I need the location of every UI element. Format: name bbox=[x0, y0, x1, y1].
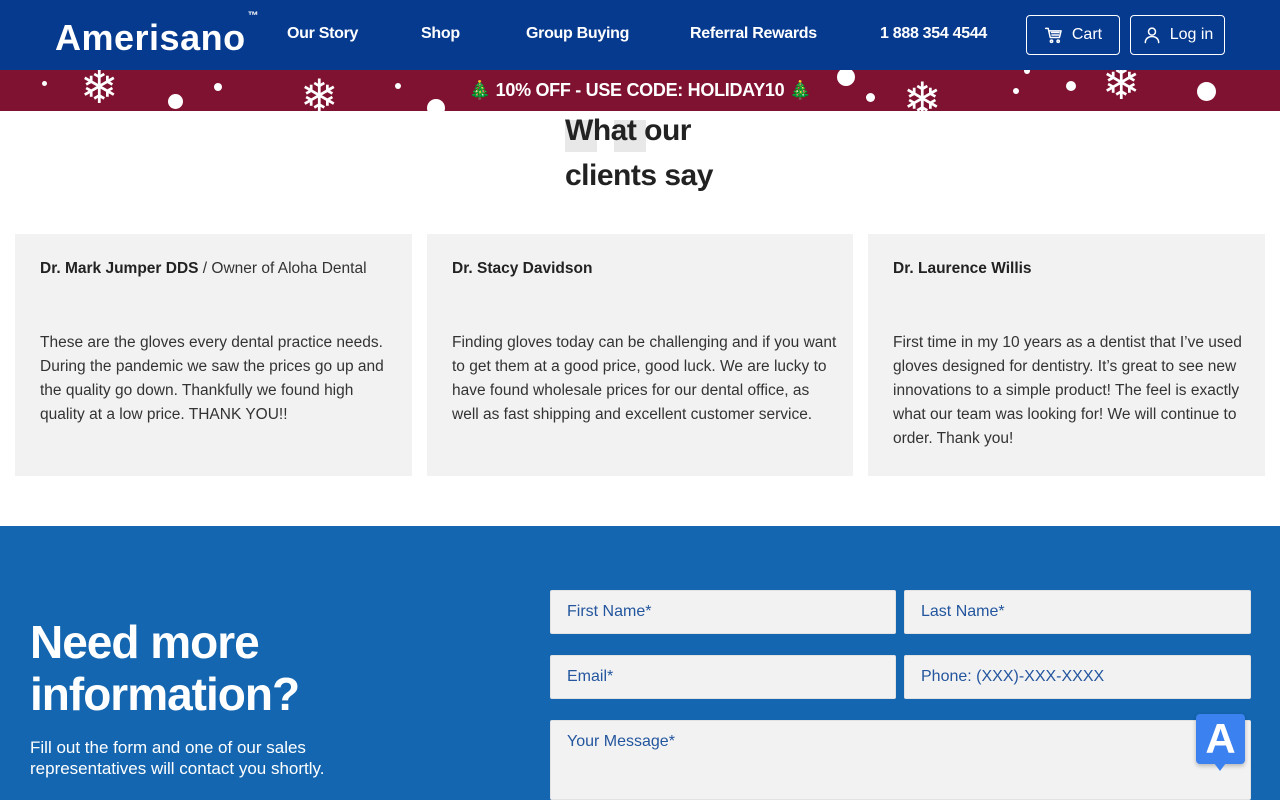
title-line-2: clients say bbox=[565, 159, 713, 192]
author-role: Owner of Aloha Dental bbox=[211, 260, 367, 277]
last-name-placeholder: Last Name* bbox=[921, 603, 1005, 620]
site-header: Amerisano™ Our Story Shop Group Buying R… bbox=[0, 0, 1280, 70]
testimonial-author: Dr. Mark Jumper DDS / Owner of Aloha Den… bbox=[40, 259, 387, 279]
message-textarea[interactable]: Your Message* bbox=[550, 720, 1251, 800]
testimonial-author: Dr. Stacy Davidson bbox=[452, 259, 828, 279]
cart-icon bbox=[1044, 27, 1062, 44]
author-separator: / bbox=[198, 260, 212, 277]
testimonial-quote: These are the gloves every dental practi… bbox=[40, 334, 384, 423]
accessibility-widget-button[interactable]: A bbox=[1196, 714, 1245, 771]
nav-our-story[interactable]: Our Story bbox=[287, 24, 358, 44]
user-icon bbox=[1144, 27, 1160, 44]
heading-line-1: Need more bbox=[30, 616, 260, 668]
email-input[interactable]: Email* bbox=[550, 655, 896, 699]
cart-label: Cart bbox=[1071, 26, 1103, 43]
cart-button[interactable]: Cart bbox=[1026, 15, 1120, 55]
testimonial-author: Dr. Laurence Willis bbox=[893, 259, 1240, 279]
last-name-input[interactable]: Last Name* bbox=[904, 590, 1251, 634]
promo-banner: ❄ ❄ ❄ ❄ 🎄 10% OFF - USE CODE: HOLIDAY10 … bbox=[0, 70, 1280, 111]
testimonials-title: What our clients say bbox=[565, 108, 713, 198]
phone-placeholder: Phone: (XXX)-XXX-XXXX bbox=[921, 668, 1105, 685]
logo-text: Amerisano bbox=[55, 17, 246, 58]
logo[interactable]: Amerisano™ bbox=[55, 10, 259, 58]
title-line-1: What our bbox=[565, 114, 691, 147]
testimonial-quote: Finding gloves today can be challenging … bbox=[452, 334, 837, 423]
author-name: Dr. Stacy Davidson bbox=[452, 260, 593, 277]
message-placeholder: Your Message* bbox=[567, 733, 675, 750]
testimonial-quote: First time in my 10 years as a dentist t… bbox=[893, 334, 1242, 447]
contact-section: Need more information? Fill out the form… bbox=[0, 526, 1280, 800]
email-placeholder: Email* bbox=[567, 668, 614, 685]
contact-description: Fill out the form and one of our sales r… bbox=[30, 738, 325, 778]
widget-label: A bbox=[1205, 715, 1236, 762]
nav-referral-rewards[interactable]: Referral Rewards bbox=[690, 24, 817, 44]
author-name: Dr. Laurence Willis bbox=[893, 260, 1032, 277]
login-button[interactable]: Log in bbox=[1130, 15, 1225, 55]
testimonial-card: Dr. Stacy Davidson Finding gloves today … bbox=[427, 234, 853, 476]
nav-phone[interactable]: 1 888 354 4544 bbox=[880, 24, 987, 44]
testimonial-card: Dr. Laurence Willis First time in my 10 … bbox=[868, 234, 1265, 476]
testimonial-card: Dr. Mark Jumper DDS / Owner of Aloha Den… bbox=[15, 234, 412, 476]
login-label: Log in bbox=[1169, 26, 1214, 43]
trademark: ™ bbox=[247, 10, 260, 22]
nav-group-buying[interactable]: Group Buying bbox=[526, 24, 629, 44]
author-name: Dr. Mark Jumper DDS bbox=[40, 260, 199, 277]
nav-shop[interactable]: Shop bbox=[421, 24, 460, 44]
heading-line-2: information? bbox=[30, 668, 300, 720]
phone-input[interactable]: Phone: (XXX)-XXX-XXXX bbox=[904, 655, 1251, 699]
first-name-placeholder: First Name* bbox=[567, 603, 652, 620]
contact-heading: Need more information? bbox=[30, 616, 300, 720]
first-name-input[interactable]: First Name* bbox=[550, 590, 896, 634]
promo-text: 🎄 10% OFF - USE CODE: HOLIDAY10 🎄 bbox=[468, 80, 812, 100]
